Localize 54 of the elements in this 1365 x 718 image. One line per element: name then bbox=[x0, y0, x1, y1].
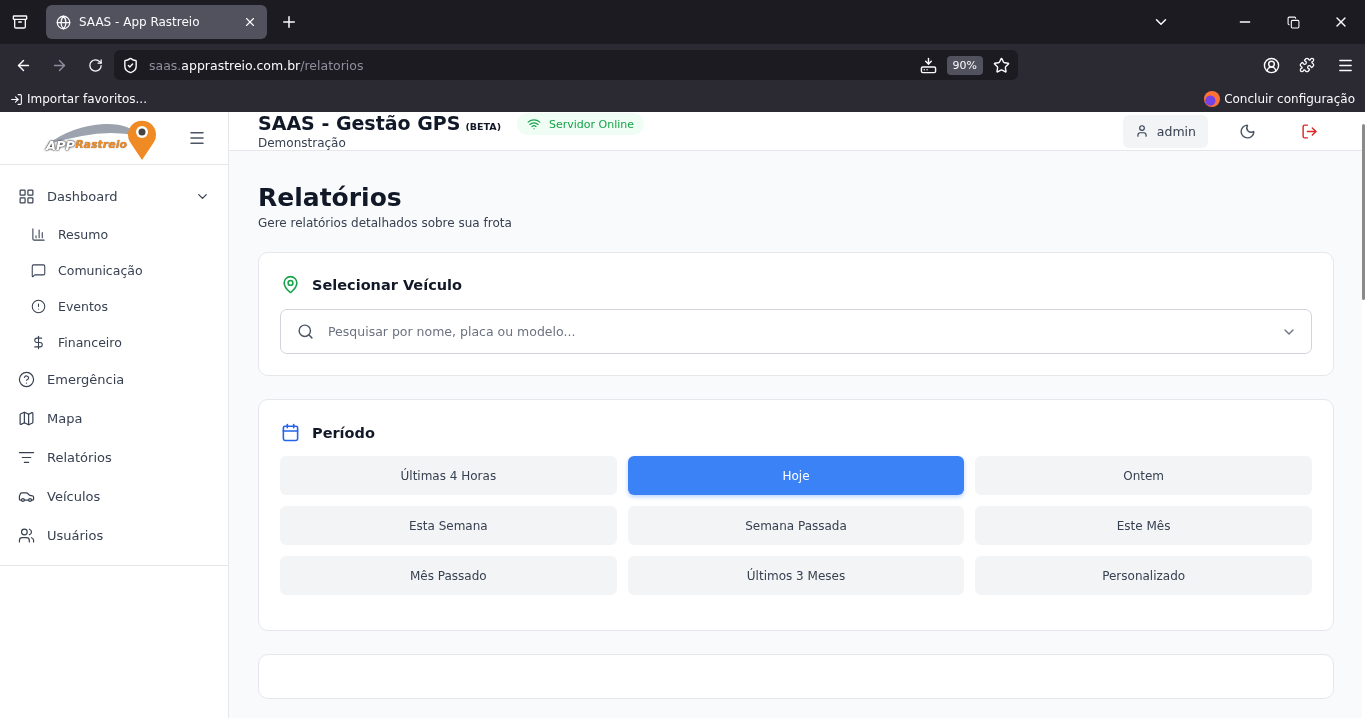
sidebar-subitem[interactable]: Comunicação bbox=[0, 252, 228, 288]
setup-link[interactable]: Concluir configuração bbox=[1224, 92, 1355, 106]
search-box[interactable]: Pesquisar por nome, placa ou modelo... bbox=[280, 309, 1312, 354]
user-button[interactable]: admin bbox=[1122, 114, 1208, 148]
star-icon[interactable] bbox=[993, 56, 1010, 74]
map-pin-icon bbox=[280, 275, 300, 294]
period-option[interactable]: Mês Passado bbox=[280, 556, 617, 595]
sidebar-subitem[interactable]: Eventos bbox=[0, 288, 228, 324]
app-logo: APPRastreio bbox=[42, 114, 160, 162]
app-subtitle: Demonstração bbox=[258, 136, 347, 150]
period-option[interactable]: Hoje bbox=[627, 456, 965, 495]
close-icon[interactable] bbox=[243, 15, 257, 29]
period-option[interactable]: Últimas 4 Horas bbox=[280, 456, 617, 495]
grid-icon bbox=[18, 188, 35, 205]
shield-icon bbox=[122, 56, 139, 74]
page-subtitle: Gere relatórios detalhados sobre sua frota bbox=[258, 216, 513, 230]
app-title: SAAS - Gestão GPS (BETA) bbox=[258, 112, 501, 134]
period-option[interactable]: Semana Passada bbox=[627, 506, 965, 545]
import-icon bbox=[10, 92, 23, 106]
help-icon bbox=[18, 371, 35, 388]
list-icon bbox=[18, 449, 35, 466]
status-badge: Servidor Online bbox=[517, 113, 645, 135]
user-icon bbox=[1134, 124, 1149, 138]
sidebar-subitem[interactable]: Financeiro bbox=[0, 324, 228, 360]
search-icon bbox=[297, 323, 314, 340]
period-option[interactable]: Personalizado bbox=[975, 556, 1312, 595]
card-title: Selecionar Veículo bbox=[312, 276, 462, 293]
users-icon bbox=[18, 527, 35, 544]
chat-icon bbox=[31, 262, 46, 278]
period-option[interactable]: Últimos 3 Meses bbox=[627, 556, 965, 595]
wifi-icon bbox=[527, 117, 541, 131]
card-title: Período bbox=[312, 424, 375, 441]
sidebar-item[interactable]: Emergência bbox=[0, 360, 228, 399]
sidebar-subitem[interactable]: Resumo bbox=[0, 216, 228, 252]
sidebar-item[interactable]: Veículos bbox=[0, 477, 228, 516]
period-option[interactable]: Esta Semana bbox=[280, 506, 617, 545]
sidebar-item[interactable]: Relatórios bbox=[0, 438, 228, 477]
period-option[interactable]: Ontem bbox=[975, 456, 1312, 495]
period-option[interactable]: Este Mês bbox=[975, 506, 1312, 545]
browser-tab[interactable]: SAAS - App Rastreio bbox=[46, 5, 267, 39]
sidebar-item[interactable]: Dashboard bbox=[0, 177, 228, 216]
sidebar-item[interactable]: Usuários bbox=[0, 516, 228, 555]
download-icon[interactable] bbox=[919, 56, 937, 74]
dollar-icon bbox=[31, 334, 46, 350]
calendar-icon bbox=[280, 423, 300, 442]
zoom-level[interactable]: 90% bbox=[946, 55, 983, 75]
globe-icon bbox=[56, 14, 71, 30]
page-title: Relatórios bbox=[258, 183, 403, 213]
bar-chart-icon bbox=[31, 226, 46, 242]
address-bar[interactable]: saas.apprastreio.com.br/relatorios 90% bbox=[114, 50, 1018, 80]
map-icon bbox=[18, 410, 35, 427]
sidebar-item[interactable]: Mapa bbox=[0, 399, 228, 438]
alert-icon bbox=[31, 298, 46, 314]
bookmark-link[interactable]: Importar favoritos... bbox=[27, 92, 147, 106]
